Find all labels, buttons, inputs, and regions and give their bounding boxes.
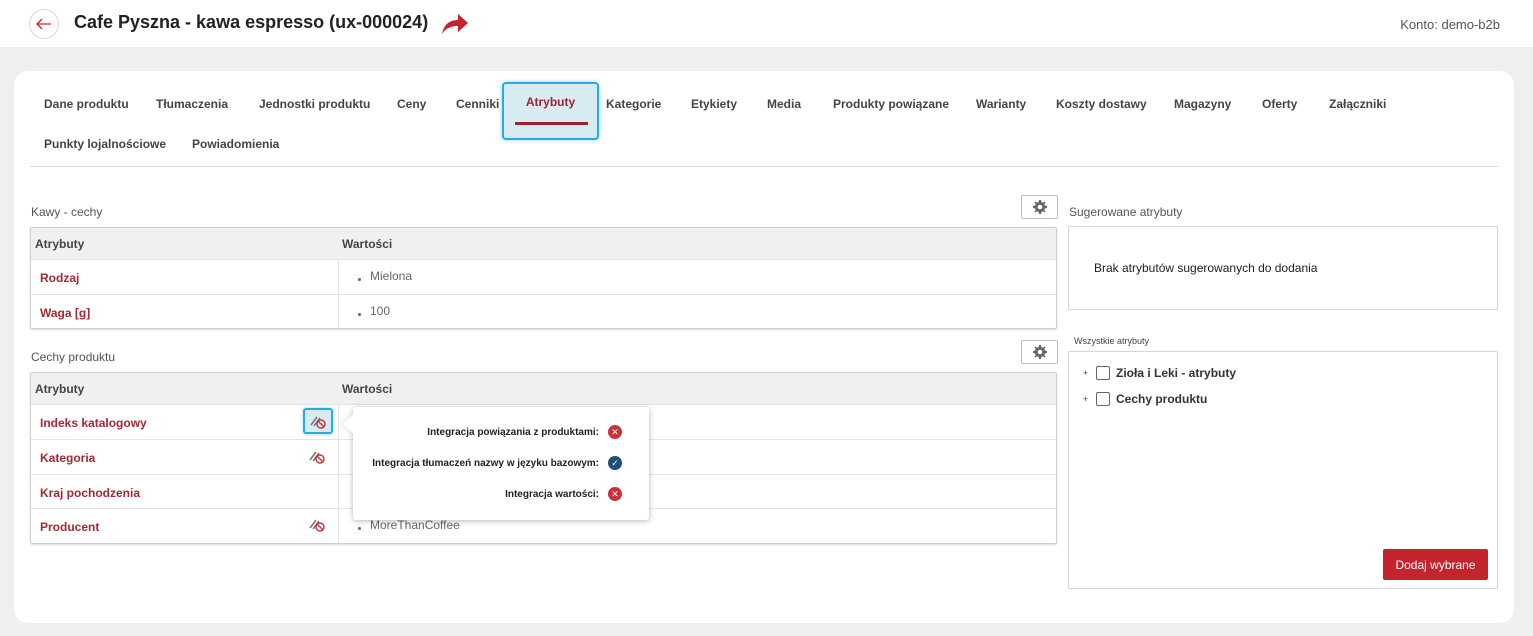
attribute-value-text: Mielona [370, 269, 413, 283]
tab-etykiety[interactable]: Etykiety [691, 92, 737, 116]
main-card: Dane produktu Tłumaczenia Jednostki prod… [14, 71, 1514, 623]
attribute-name[interactable]: Kategoria [40, 451, 95, 465]
table-header: Atrybuty Wartości [31, 228, 1056, 260]
page-title: Cafe Pyszna - kawa espresso (ux-000024) [74, 12, 429, 32]
tree-item-label: Zioła i Leki - atrybuty [1116, 366, 1237, 380]
tab-dane-produktu[interactable]: Dane produktu [44, 92, 129, 116]
share-arrow-icon[interactable] [440, 12, 470, 36]
expand-plus-icon[interactable]: + [1081, 368, 1090, 378]
expand-plus-icon[interactable]: + [1081, 394, 1090, 404]
tab-zalaczniki[interactable]: Załączniki [1329, 92, 1386, 116]
tabs-divider [30, 166, 1499, 167]
group-title-kawy: Kawy - cechy [31, 205, 103, 219]
tab-punkty-lojalnosciowe[interactable]: Punkty lojalnościowe [44, 132, 166, 156]
tab-atrybuty-label: Atrybuty [525, 95, 576, 109]
attribute-name[interactable]: Indeks katalogowy [40, 416, 147, 430]
bullet-icon [358, 527, 361, 530]
tree-checkbox[interactable] [1096, 366, 1110, 380]
table-row: Waga [g] 100 [31, 295, 1056, 329]
group-settings-button[interactable] [1021, 195, 1058, 219]
column-header-values: Wartości [342, 237, 393, 251]
tab-oferty[interactable]: Oferty [1262, 92, 1297, 116]
tooltip-line-name-translations: Integracja tłumaczeń nazwy w języku bazo… [372, 458, 599, 469]
tab-produkty-powiazane[interactable]: Produkty powiązane [833, 92, 949, 116]
unlink-icon[interactable] [308, 448, 326, 464]
attribute-name[interactable]: Producent [40, 520, 99, 534]
top-bar: Cafe Pyszna - kawa espresso (ux-000024) … [0, 0, 1533, 47]
status-ok-icon: ✓ [608, 456, 622, 470]
attribute-value-text: MoreThanCoffee [370, 518, 460, 532]
tree-checkbox[interactable] [1096, 392, 1110, 406]
bullet-icon [358, 313, 361, 316]
tab-ceny[interactable]: Ceny [397, 92, 426, 116]
tab-cenniki[interactable]: Cenniki [456, 92, 499, 116]
status-error-icon: ✕ [608, 487, 622, 501]
all-attributes-panel: + Zioła i Leki - atrybuty + Cechy produk… [1068, 351, 1498, 589]
tab-media[interactable]: Media [767, 92, 801, 116]
column-header-attributes: Atrybuty [35, 382, 85, 396]
tab-jednostki-produktu[interactable]: Jednostki produktu [259, 92, 370, 116]
unlink-icon[interactable] [308, 516, 326, 532]
empty-state-message: Brak atrybutów sugerowanych do dodania [1094, 261, 1318, 275]
attribute-value: 100 [358, 304, 390, 318]
group-settings-button[interactable] [1021, 340, 1058, 364]
attribute-name[interactable]: Kraj pochodzenia [40, 486, 140, 500]
bullet-icon [358, 278, 361, 281]
column-header-values: Wartości [342, 382, 393, 396]
account-label: Konto: demo-b2b [1400, 17, 1500, 32]
attributes-table-kawy: Atrybuty Wartości Rodzaj Mielona Waga [g… [30, 227, 1057, 329]
all-attributes-title: Wszystkie atrybuty [1074, 336, 1150, 346]
active-tab-indicator [515, 122, 588, 125]
tab-atrybuty[interactable]: Atrybuty [502, 82, 599, 140]
tab-warianty[interactable]: Warianty [976, 92, 1026, 116]
status-error-icon: ✕ [608, 425, 622, 439]
attribute-name[interactable]: Rodzaj [40, 271, 79, 285]
tab-koszty-dostawy[interactable]: Koszty dostawy [1056, 92, 1147, 116]
tree-item-ziola-i-leki[interactable]: + Zioła i Leki - atrybuty [1081, 364, 1236, 382]
group-title-cechy: Cechy produktu [31, 350, 116, 364]
attribute-name[interactable]: Waga [g] [40, 306, 90, 320]
attribute-value-text: 100 [370, 304, 391, 318]
tree-item-label: Cechy produktu [1116, 392, 1208, 406]
gear-icon [1032, 345, 1047, 359]
tab-tlumaczenia[interactable]: Tłumaczenia [156, 92, 228, 116]
back-button[interactable] [29, 9, 59, 39]
integration-status-button[interactable] [303, 408, 333, 434]
suggested-attributes-title: Sugerowane atrybuty [1069, 205, 1183, 219]
attribute-value: Mielona [358, 269, 412, 283]
attribute-value: MoreThanCoffee [358, 518, 460, 532]
unlink-icon [310, 416, 326, 429]
suggested-attributes-panel: Brak atrybutów sugerowanych do dodania [1068, 226, 1498, 310]
tree-item-cechy-produktu[interactable]: + Cechy produktu [1081, 390, 1207, 408]
table-row: Rodzaj Mielona [31, 260, 1056, 295]
table-header: Atrybuty Wartości [31, 373, 1056, 405]
arrow-left-icon [36, 18, 51, 30]
tooltip-line-product-links: Integracja powiązania z produktami: [427, 427, 599, 438]
gear-icon [1032, 200, 1047, 214]
tooltip-line-values: Integracja wartości: [505, 489, 599, 500]
tab-kategorie[interactable]: Kategorie [606, 92, 661, 116]
tab-powiadomienia[interactable]: Powiadomienia [192, 132, 279, 156]
add-selected-button[interactable]: Dodaj wybrane [1383, 549, 1488, 580]
tab-magazyny[interactable]: Magazyny [1174, 92, 1231, 116]
integration-tooltip: Integracja powiązania z produktami: ✕ In… [343, 407, 649, 520]
column-header-attributes: Atrybuty [35, 237, 85, 251]
